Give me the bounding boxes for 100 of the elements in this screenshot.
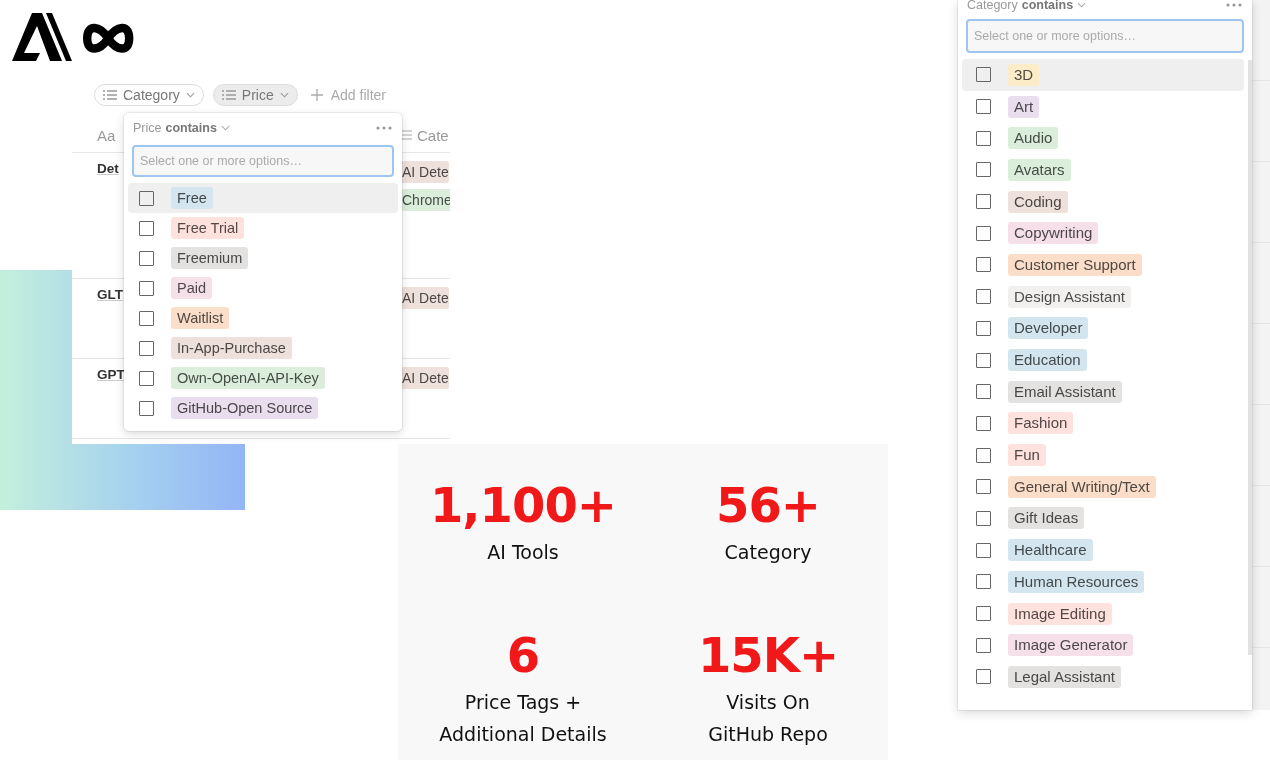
option-row[interactable]: Freemium (128, 243, 398, 273)
search-field[interactable]: Select one or more options… (132, 145, 394, 177)
option-row[interactable]: Own-OpenAI-API-Key (128, 363, 398, 393)
option-row[interactable]: In-App-Purchase (128, 333, 398, 363)
option-row[interactable]: Design Assistant (962, 280, 1244, 313)
option-row[interactable]: Free Trial (128, 213, 398, 243)
option-row[interactable]: Waitlist (128, 303, 398, 333)
option-row[interactable]: Image Editing (962, 597, 1244, 630)
row-title: GPT (97, 367, 125, 382)
checkbox[interactable] (976, 352, 991, 368)
stat-value: 1,100+ (429, 476, 616, 534)
checkbox[interactable] (976, 67, 991, 83)
checkbox[interactable] (976, 289, 991, 305)
column-header: Aa (97, 126, 116, 144)
option-row[interactable]: Customer Support (962, 249, 1244, 281)
search-field[interactable]: Select one or more options… (966, 19, 1244, 53)
checkbox[interactable] (976, 257, 991, 273)
price-tag: Free Trial (171, 217, 245, 239)
more-icon[interactable] (376, 126, 392, 130)
checkbox[interactable] (976, 194, 991, 210)
checkbox[interactable] (139, 250, 154, 266)
category-tag: Fashion (1008, 412, 1074, 435)
option-row[interactable]: Free (128, 183, 398, 213)
option-row[interactable]: Art (962, 90, 1244, 123)
plus-icon (310, 89, 323, 101)
option-row[interactable]: Healthcare (962, 534, 1244, 566)
checkbox[interactable] (976, 225, 991, 241)
price-tag: Paid (171, 277, 213, 299)
option-row[interactable]: Human Resources (962, 566, 1244, 598)
checkbox[interactable] (976, 99, 991, 115)
option-row[interactable]: Image Generator (962, 629, 1244, 662)
price-tag: Waitlist (171, 307, 230, 329)
checkbox[interactable] (976, 606, 991, 622)
price-tag: Freemium (171, 247, 249, 269)
option-row[interactable]: General Writing/Text (962, 470, 1244, 503)
category-tag: Customer Support (1008, 253, 1142, 276)
checkbox[interactable] (139, 370, 154, 386)
checkbox[interactable] (976, 510, 991, 526)
checkbox[interactable] (139, 220, 154, 236)
checkbox[interactable] (976, 384, 991, 400)
checkbox[interactable] (976, 479, 991, 495)
chevron-down-icon (1077, 2, 1087, 8)
checkbox[interactable] (139, 190, 154, 206)
category-tag: 3D (1008, 63, 1040, 86)
category-tag: Audio (1008, 127, 1059, 150)
chevron-down-icon (185, 92, 195, 98)
option-row[interactable]: Email Assistant (962, 375, 1244, 408)
stat-value: 6 (506, 626, 540, 684)
option-row[interactable]: Developer (962, 312, 1244, 345)
checkbox[interactable] (976, 574, 991, 590)
option-row[interactable]: GitHub-Open Source (128, 393, 398, 423)
checkbox[interactable] (139, 310, 154, 326)
stat-value: 56+ (716, 476, 820, 534)
more-icon[interactable] (1226, 3, 1242, 7)
filter-chip[interactable]: Category (94, 84, 204, 106)
stat-label: Visits On GitHub Repo (708, 690, 828, 747)
checkbox[interactable] (976, 669, 991, 685)
option-row[interactable]: Fashion (962, 407, 1244, 440)
stat-label: AI Tools (487, 540, 559, 565)
checkbox[interactable] (976, 162, 991, 178)
category-tag: AI Dete (400, 287, 449, 309)
checkbox[interactable] (976, 320, 991, 336)
category-tag: General Writing/Text (1008, 475, 1156, 498)
category-tag: Design Assistant (1008, 285, 1131, 308)
checkbox[interactable] (976, 542, 991, 558)
category-tag: Image Generator (1008, 634, 1134, 657)
category-tag: Avatars (1008, 158, 1071, 181)
category-tag: AI Dete (400, 161, 449, 183)
price-tag: In-App-Purchase (171, 337, 292, 359)
option-row[interactable]: 3D (962, 59, 1244, 91)
option-row[interactable]: Legal Assistant (962, 661, 1244, 693)
stat-label: Category (724, 540, 812, 565)
category-tag: Fun (1008, 444, 1046, 467)
option-row[interactable]: Audio (962, 122, 1244, 155)
option-row[interactable]: Education (962, 344, 1244, 376)
category-tag: Gift Ideas (1008, 507, 1085, 530)
checkbox[interactable] (976, 415, 991, 431)
chevron-down-icon (220, 125, 230, 131)
category-tag: Education (1008, 349, 1087, 372)
option-row[interactable]: Paid (128, 273, 398, 303)
filter-operator-button[interactable]: Category contains (967, 0, 1087, 12)
filter-operator-button[interactable]: Price contains (133, 121, 230, 135)
option-row[interactable]: Avatars (962, 154, 1244, 186)
checkbox[interactable] (976, 130, 991, 146)
option-row[interactable]: Coding (962, 185, 1244, 218)
checkbox[interactable] (976, 637, 991, 653)
option-row[interactable]: Copywriting (962, 217, 1244, 250)
filter-chip[interactable]: Price (212, 84, 298, 106)
list-icon (400, 130, 412, 140)
checkbox[interactable] (139, 400, 154, 416)
category-tag: Coding (1008, 190, 1068, 213)
option-row[interactable]: Gift Ideas (962, 502, 1244, 535)
checkbox[interactable] (139, 280, 154, 296)
category-tag: Developer (1008, 317, 1089, 340)
category-tag: Art (1008, 95, 1040, 118)
option-row[interactable]: Fun (962, 439, 1244, 471)
checkbox[interactable] (976, 447, 991, 463)
category-tag: Healthcare (1008, 539, 1093, 562)
checkbox[interactable] (139, 340, 154, 356)
price-tag: Own-OpenAI-API-Key (171, 367, 325, 389)
